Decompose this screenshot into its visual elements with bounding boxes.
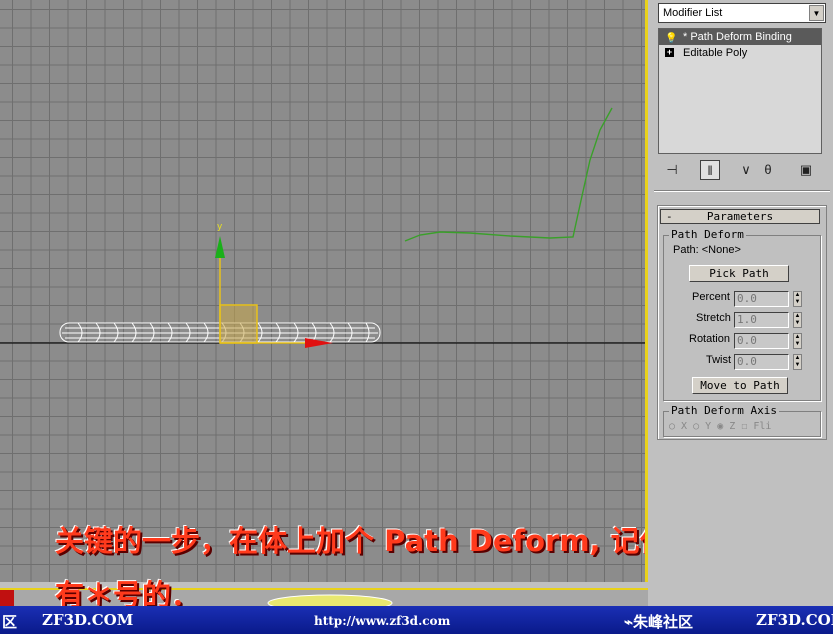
make-unique-icon[interactable]: ∨ xyxy=(736,160,756,180)
x-axis-arrow[interactable] xyxy=(305,338,333,348)
rotation-field[interactable]: 0.0 xyxy=(734,333,789,349)
divider xyxy=(654,190,830,192)
configure-sets-icon[interactable]: ▣ xyxy=(796,160,816,180)
group-label: Path Deform xyxy=(669,228,746,241)
rotation-label: Rotation xyxy=(689,333,730,345)
rotation-spinner[interactable]: ▲ ▼ xyxy=(793,333,802,349)
app-window: y 关键的一步，在体上加个 Path Deform, 记住是前面 有＊号的． M… xyxy=(0,0,833,634)
y-axis-label: y xyxy=(217,222,223,232)
tutorial-subtitle-line-1: 关键的一步，在体上加个 Path Deform, 记住是前面 xyxy=(55,524,645,558)
axis-radio-group: ○ X ○ Y ◉ Z ☐ Fli xyxy=(669,421,771,432)
stack-item-editable-poly[interactable]: + Editable Poly xyxy=(659,45,821,61)
command-panel: Modifier List ▼ 💡 * Path Deform Binding … xyxy=(652,0,833,606)
collapse-icon[interactable]: - xyxy=(666,210,673,223)
viewport-front[interactable]: y 关键的一步，在体上加个 Path Deform, 记住是前面 xyxy=(0,0,648,582)
flip-checkbox[interactable]: ☐ Fli xyxy=(741,421,771,432)
percent-field[interactable]: 0.0 xyxy=(734,291,789,307)
banner-site-right: ZF3D.COM xyxy=(756,611,833,629)
stretch-label: Stretch xyxy=(696,312,731,324)
parameters-rollout: - Parameters Path Deform Path: <None> Pi… xyxy=(657,205,827,440)
stack-item-label: * Path Deform Binding xyxy=(683,31,792,43)
percent-label: Percent xyxy=(692,291,730,303)
banner-brand: ⌁朱峰社区 xyxy=(624,613,694,631)
group-path-deform: Path Deform Path: <None> Pick Path Perce… xyxy=(663,228,821,401)
twist-field[interactable]: 0.0 xyxy=(734,354,789,370)
move-to-path-button[interactable]: Move to Path xyxy=(692,377,788,394)
banner-site-left: ZF3D.COM xyxy=(42,611,134,629)
modifier-list-dropdown[interactable]: Modifier List ▼ xyxy=(658,3,826,23)
banner-url[interactable]: http://www.zf3d.com xyxy=(314,614,450,628)
stack-toolbar: ⊣ ‖ ∨ θ ▣ xyxy=(658,160,828,180)
y-axis-arrow[interactable] xyxy=(215,236,225,258)
rollout-title-label: Parameters xyxy=(706,210,774,223)
percent-spinner[interactable]: ▲ ▼ xyxy=(793,291,802,307)
radio-x[interactable]: ○ X xyxy=(669,421,687,432)
stretch-field[interactable]: 1.0 xyxy=(734,312,789,328)
site-banner: 区 ZF3D.COM http://www.zf3d.com ⌁朱峰社区 ZF3… xyxy=(0,606,833,634)
modifier-stack[interactable]: 💡 * Path Deform Binding + Editable Poly xyxy=(658,28,822,154)
radio-z[interactable]: ◉ Z xyxy=(717,421,735,432)
chevron-down-icon[interactable]: ▼ xyxy=(809,5,824,21)
remove-modifier-icon[interactable]: θ xyxy=(758,160,778,180)
twist-spinner[interactable]: ▲ ▼ xyxy=(793,354,802,370)
brand-logo-icon: ⌁ xyxy=(624,613,634,631)
path-label: Path: <None> xyxy=(673,244,741,256)
twist-label: Twist xyxy=(706,354,732,366)
pin-stack-icon[interactable]: ⊣ xyxy=(662,160,682,180)
banner-fragment: 区 xyxy=(2,613,18,631)
modifier-list-label: Modifier List xyxy=(663,7,723,19)
plus-expand-icon[interactable]: + xyxy=(665,48,674,57)
group-label: Path Deform Axis xyxy=(669,404,779,417)
rollout-header[interactable]: - Parameters xyxy=(660,209,820,224)
path-spline[interactable] xyxy=(404,107,613,242)
radio-y[interactable]: ○ Y xyxy=(693,421,711,432)
pick-path-button[interactable]: Pick Path xyxy=(689,265,789,282)
group-path-deform-axis: Path Deform Axis ○ X ○ Y ◉ Z ☐ Fli xyxy=(663,404,821,437)
stack-item-path-deform-binding[interactable]: 💡 * Path Deform Binding xyxy=(659,29,821,45)
show-end-result-icon[interactable]: ‖ xyxy=(700,160,720,180)
stack-item-label: Editable Poly xyxy=(683,47,748,59)
viewport-scene: y xyxy=(0,107,645,348)
stretch-spinner[interactable]: ▲ ▼ xyxy=(793,312,802,328)
